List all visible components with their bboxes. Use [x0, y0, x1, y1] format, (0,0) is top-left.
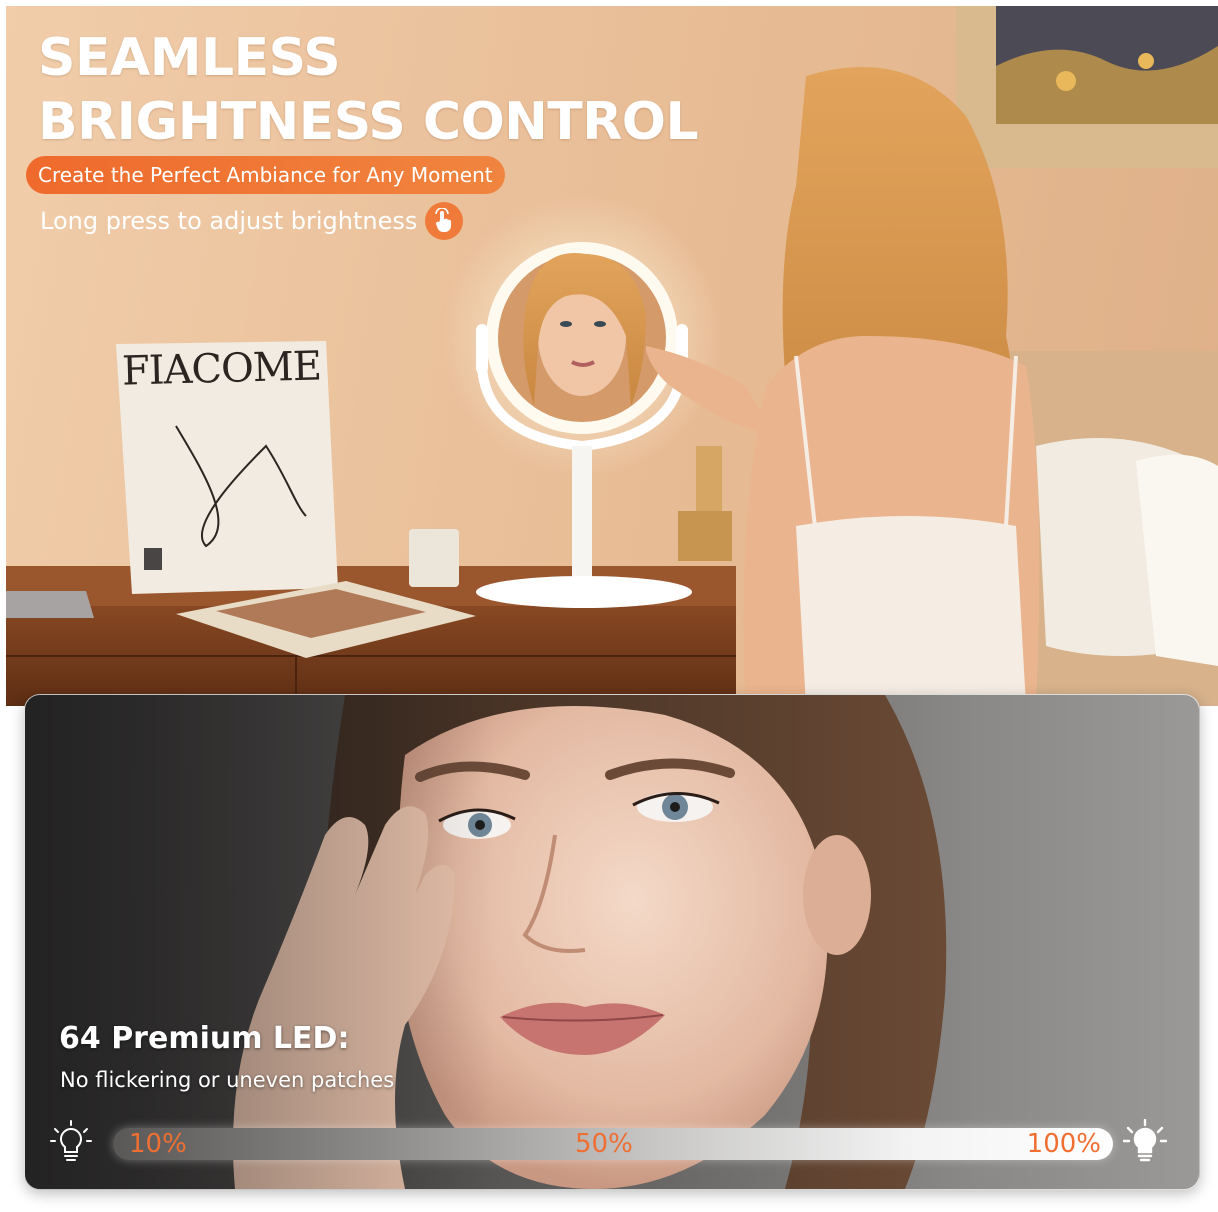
headline-line-2: BRIGHTNESS CONTROL — [38, 92, 699, 152]
dim-bulb-icon — [50, 1120, 92, 1161]
led-feature-panel: 64 Premium LED: No flickering or uneven … — [24, 694, 1200, 1190]
brightness-max-label: 100% — [1026, 1129, 1101, 1159]
model-face-photo — [25, 695, 1199, 1189]
led-title: 64 Premium LED: — [59, 1021, 350, 1056]
book-cover-logo: FIACOME — [121, 343, 322, 395]
brightness-mid-label: 50% — [575, 1129, 633, 1159]
brightness-scale: 10% 50% 100% — [113, 1128, 1113, 1160]
led-subtitle: No flickering or uneven patches — [60, 1068, 395, 1092]
hero-scene: SEAMLESS BRIGHTNESS CONTROL Create the P… — [6, 6, 1218, 706]
hint-text: Long press to adjust brightness — [40, 207, 418, 235]
tap-hand-icon — [425, 202, 464, 240]
tagline-badge: Create the Perfect Ambiance for Any Mome… — [26, 156, 505, 194]
headline-line-1: SEAMLESS — [38, 28, 341, 88]
brightness-min-label: 10% — [129, 1129, 187, 1159]
hint-row: Long press to adjust brightness — [40, 202, 464, 240]
headline: SEAMLESS BRIGHTNESS CONTROL — [38, 26, 699, 154]
bright-bulb-icon — [1123, 1119, 1167, 1162]
